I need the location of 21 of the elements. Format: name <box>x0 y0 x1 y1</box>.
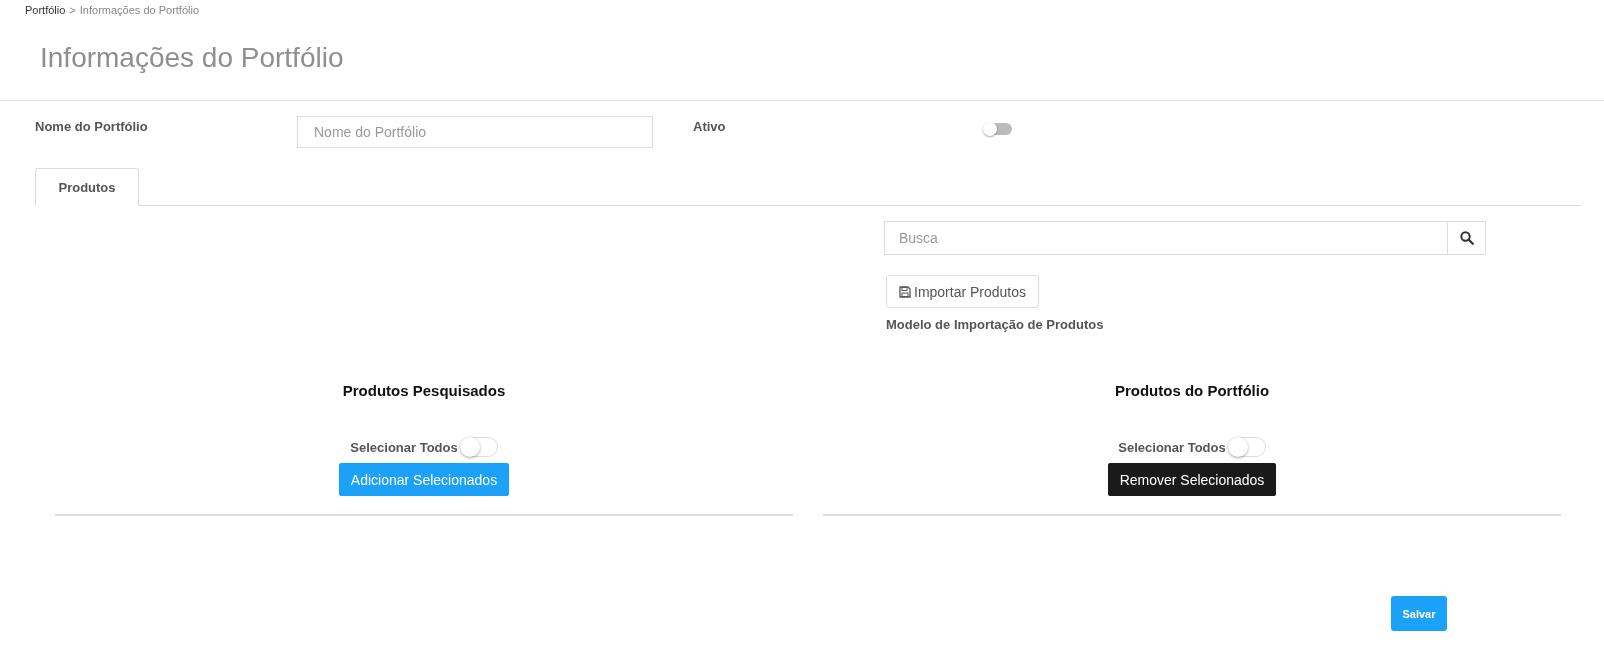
page-title: Informações do Portfólio <box>39 41 345 75</box>
panel-title: Produtos Pesquisados <box>342 382 506 399</box>
name-input-field[interactable]: Nome do Portfólio <box>297 116 653 148</box>
import-template-link[interactable]: Modelo de Importação de Produtos <box>886 317 1104 332</box>
products-tab[interactable]: Produtos <box>35 168 139 206</box>
select-all-toggle[interactable] <box>1227 437 1266 457</box>
breadcrumb-current: Informações do Portfólio <box>79 4 200 18</box>
search-icon <box>1459 231 1474 245</box>
remove-selected-button[interactable]: Remover Selecionados <box>1107 463 1277 496</box>
import-button[interactable]: Importar Produtos <box>886 275 1040 308</box>
search-field[interactable]: Busca <box>884 221 1448 255</box>
select-all-toggle[interactable] <box>459 437 498 457</box>
select-all-label: Selecionar Todos <box>350 439 458 455</box>
search-button[interactable] <box>1448 221 1486 255</box>
breadcrumb-link[interactable]: Portfólio <box>25 4 66 18</box>
breadcrumb-separator: > <box>69 4 76 18</box>
active-toggle[interactable] <box>984 123 1012 135</box>
select-all-label: Selecionar Todos <box>1118 439 1226 455</box>
active-label: Ativo <box>693 118 727 134</box>
panel-title: Produtos do Portfólio <box>1114 382 1270 399</box>
name-label: Nome do Portfólio <box>35 118 149 134</box>
